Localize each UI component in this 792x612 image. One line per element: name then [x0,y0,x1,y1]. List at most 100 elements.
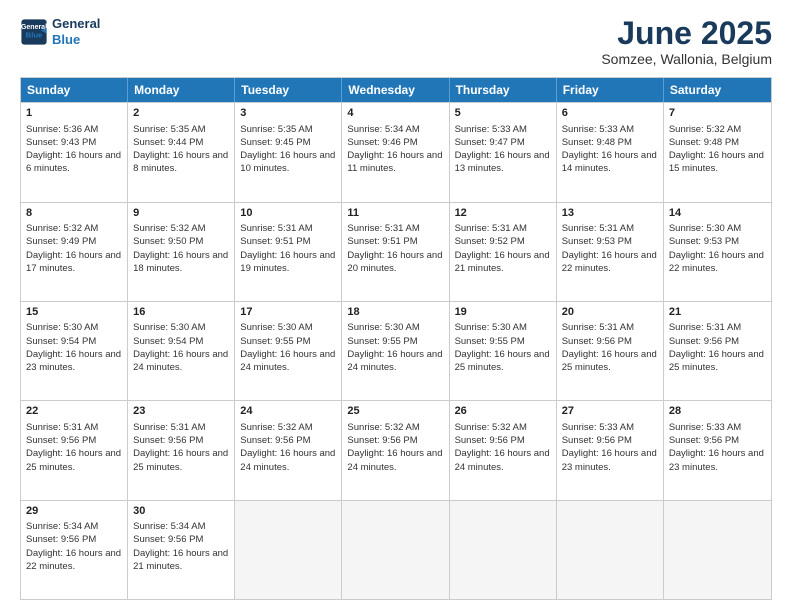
sunrise-text: Sunrise: 5:36 AM [26,123,122,136]
day-number: 10 [240,206,336,221]
daylight-text: Daylight: 16 hours and 6 minutes. [26,149,122,176]
sunset-text: Sunset: 9:55 PM [455,335,551,348]
sunrise-text: Sunrise: 5:32 AM [26,222,122,235]
sunrise-text: Sunrise: 5:30 AM [455,321,551,334]
sunset-text: Sunset: 9:50 PM [133,235,229,248]
daylight-text: Daylight: 16 hours and 24 minutes. [455,447,551,474]
logo-icon: General Blue [20,18,48,46]
table-row: 7Sunrise: 5:32 AMSunset: 9:48 PMDaylight… [664,103,771,201]
table-row: 18Sunrise: 5:30 AMSunset: 9:55 PMDayligh… [342,302,449,400]
table-row: 9Sunrise: 5:32 AMSunset: 9:50 PMDaylight… [128,203,235,301]
cal-header-cell-monday: Monday [128,78,235,102]
cal-header-cell-sunday: Sunday [21,78,128,102]
sunrise-text: Sunrise: 5:30 AM [347,321,443,334]
day-number: 8 [26,206,122,221]
daylight-text: Daylight: 16 hours and 8 minutes. [133,149,229,176]
sunset-text: Sunset: 9:54 PM [133,335,229,348]
calendar: SundayMondayTuesdayWednesdayThursdayFrid… [20,77,772,600]
day-number: 12 [455,206,551,221]
table-row: 22 Sunrise: 5:31 AMSunset: 9:56 PMDayligh… [21,401,128,499]
calendar-title: June 2025 [601,16,772,51]
sunset-text: Sunset: 9:56 PM [26,533,122,546]
day-number: 22 [26,404,122,419]
table-row: 16Sunrise: 5:30 AMSunset: 9:54 PMDayligh… [128,302,235,400]
table-row: 1Sunrise: 5:36 AMSunset: 9:43 PMDaylight… [21,103,128,201]
table-row: 25Sunrise: 5:32 AMSunset: 9:56 PMDayligh… [342,401,449,499]
day-number: 5 [455,106,551,121]
sunrise-text: Sunrise: 5:32 AM [347,421,443,434]
sunset-text: Sunset: 9:44 PM [133,136,229,149]
sunrise-text: Sunrise: 5:30 AM [26,321,122,334]
sunset-text: Sunset: 9:56 PM [240,434,336,447]
table-row [450,501,557,599]
table-row: 23Sunrise: 5:31 AMSunset: 9:56 PMDayligh… [128,401,235,499]
table-row: 14Sunrise: 5:30 AMSunset: 9:53 PMDayligh… [664,203,771,301]
table-row: 10Sunrise: 5:31 AMSunset: 9:51 PMDayligh… [235,203,342,301]
sunrise-text: Sunrise: 5:31 AM [133,421,229,434]
day-number: 28 [669,404,766,419]
table-row: 15Sunrise: 5:30 AMSunset: 9:54 PMDayligh… [21,302,128,400]
calendar-subtitle: Somzee, Wallonia, Belgium [601,51,772,67]
table-row: 26Sunrise: 5:32 AMSunset: 9:56 PMDayligh… [450,401,557,499]
daylight-text: Daylight: 16 hours and 23 minutes. [562,447,658,474]
svg-text:Blue: Blue [26,30,43,39]
cal-header-cell-thursday: Thursday [450,78,557,102]
sunset-text: Sunset: 9:46 PM [347,136,443,149]
day-number: 16 [133,305,229,320]
table-row: 6Sunrise: 5:33 AMSunset: 9:48 PMDaylight… [557,103,664,201]
table-row: 17Sunrise: 5:30 AMSunset: 9:55 PMDayligh… [235,302,342,400]
daylight-text: Daylight: 16 hours and 25 minutes. [26,447,122,474]
table-row: 24Sunrise: 5:32 AMSunset: 9:56 PMDayligh… [235,401,342,499]
sunrise-text: Sunrise: 5:30 AM [669,222,766,235]
sunrise-text: Sunrise: 5:31 AM [562,321,658,334]
daylight-text: Daylight: 16 hours and 25 minutes. [133,447,229,474]
sunset-text: Sunset: 9:56 PM [562,335,658,348]
table-row: 8Sunrise: 5:32 AMSunset: 9:49 PMDaylight… [21,203,128,301]
daylight-text: Daylight: 16 hours and 13 minutes. [455,149,551,176]
day-number: 25 [347,404,443,419]
daylight-text: Daylight: 16 hours and 24 minutes. [347,348,443,375]
daylight-text: Daylight: 16 hours and 25 minutes. [455,348,551,375]
sunset-text: Sunset: 9:56 PM [669,335,766,348]
table-row: 3Sunrise: 5:35 AMSunset: 9:45 PMDaylight… [235,103,342,201]
table-row: 20Sunrise: 5:31 AMSunset: 9:56 PMDayligh… [557,302,664,400]
logo: General Blue General Blue [20,16,100,47]
sunset-text: Sunset: 9:52 PM [455,235,551,248]
table-row: 4Sunrise: 5:34 AMSunset: 9:46 PMDaylight… [342,103,449,201]
cal-header-cell-wednesday: Wednesday [342,78,449,102]
table-row [235,501,342,599]
sunrise-text: Sunrise: 5:35 AM [133,123,229,136]
day-number: 15 [26,305,122,320]
sunrise-text: Sunrise: 5:30 AM [240,321,336,334]
day-number: 14 [669,206,766,221]
day-number: 20 [562,305,658,320]
table-row [342,501,449,599]
daylight-text: Daylight: 16 hours and 24 minutes. [347,447,443,474]
sunrise-text: Sunrise: 5:34 AM [26,520,122,533]
sunset-text: Sunset: 9:56 PM [26,434,122,447]
daylight-text: Daylight: 16 hours and 11 minutes. [347,149,443,176]
table-row: 12Sunrise: 5:31 AMSunset: 9:52 PMDayligh… [450,203,557,301]
calendar-header-row: SundayMondayTuesdayWednesdayThursdayFrid… [21,78,771,102]
daylight-text: Daylight: 16 hours and 15 minutes. [669,149,766,176]
daylight-text: Daylight: 16 hours and 24 minutes. [133,348,229,375]
table-row: 5Sunrise: 5:33 AMSunset: 9:47 PMDaylight… [450,103,557,201]
sunset-text: Sunset: 9:55 PM [240,335,336,348]
sunset-text: Sunset: 9:54 PM [26,335,122,348]
day-number: 27 [562,404,658,419]
logo-text: General Blue [52,16,100,47]
day-number: 11 [347,206,443,221]
daylight-text: Daylight: 16 hours and 22 minutes. [26,547,122,574]
sunrise-text: Sunrise: 5:31 AM [26,421,122,434]
day-number: 21 [669,305,766,320]
sunset-text: Sunset: 9:49 PM [26,235,122,248]
day-number: 24 [240,404,336,419]
sunset-text: Sunset: 9:55 PM [347,335,443,348]
sunrise-text: Sunrise: 5:31 AM [240,222,336,235]
day-number: 30 [133,504,229,519]
calendar-week-3: 15Sunrise: 5:30 AMSunset: 9:54 PMDayligh… [21,301,771,400]
sunrise-text: Sunrise: 5:30 AM [133,321,229,334]
title-block: June 2025 Somzee, Wallonia, Belgium [601,16,772,67]
day-number: 6 [562,106,658,121]
day-number: 17 [240,305,336,320]
